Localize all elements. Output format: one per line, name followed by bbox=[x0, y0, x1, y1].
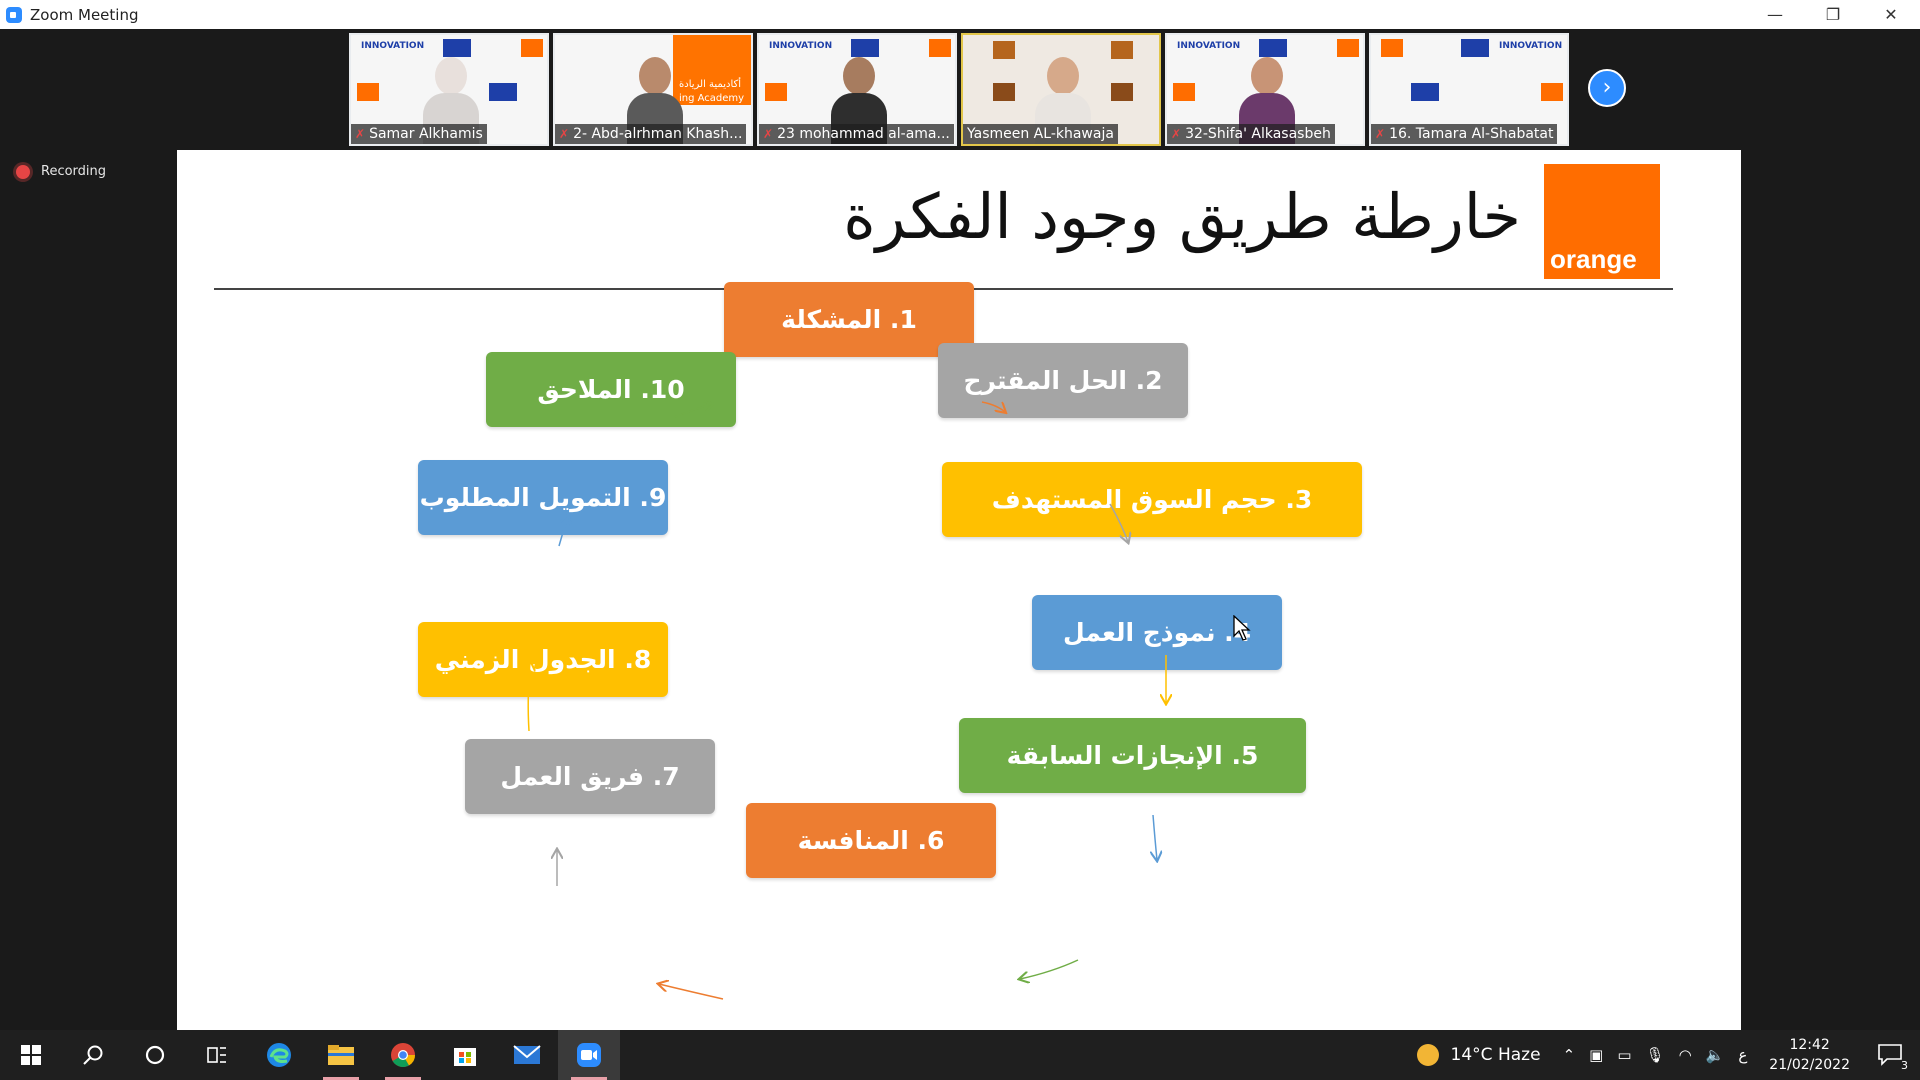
participant-tile[interactable]: INNOVATION ✗ 32-Shifa' Alkasasbeh bbox=[1165, 33, 1365, 146]
task-view-icon[interactable] bbox=[186, 1030, 248, 1080]
participant-tile[interactable]: INNOVATION ✗ 16. Tamara Al-Shabatat bbox=[1369, 33, 1569, 146]
participant-tile[interactable]: أكاديمية الريادة ing Academy ✗ 2- Abd-alr… bbox=[553, 33, 753, 146]
flow-arrow bbox=[1153, 814, 1157, 860]
orange-logo-icon bbox=[1381, 39, 1403, 57]
eu-flag-icon bbox=[1461, 39, 1489, 57]
flow-arrow bbox=[1109, 503, 1128, 542]
window-titlebar: Zoom Meeting — ❐ ✕ bbox=[0, 0, 1920, 29]
orange-logo-icon bbox=[521, 39, 543, 57]
window-title: Zoom Meeting bbox=[30, 5, 139, 24]
orange-logo-icon bbox=[1541, 83, 1563, 101]
innovation-logo: INNOVATION bbox=[769, 41, 833, 51]
participant-name: ✗ 16. Tamara Al-Shabatat bbox=[1371, 124, 1558, 144]
mail-icon[interactable] bbox=[496, 1030, 558, 1080]
flow-arrow bbox=[528, 662, 530, 732]
eu-flag-icon bbox=[1259, 39, 1287, 57]
flow-arrow bbox=[558, 516, 568, 547]
language-indicator[interactable]: ع bbox=[1738, 1046, 1747, 1064]
chrome-icon[interactable] bbox=[372, 1030, 434, 1080]
edge-icon[interactable] bbox=[248, 1030, 310, 1080]
wall-frame-icon bbox=[993, 41, 1015, 59]
flow-arrow bbox=[659, 984, 724, 1000]
participant-tile-active-speaker[interactable]: Yasmeen AL-khawaja bbox=[961, 33, 1161, 146]
clock[interactable]: 12:42 21/02/2022 bbox=[1769, 1035, 1850, 1075]
flow-arrow bbox=[981, 401, 1005, 412]
mic-muted-icon: ✗ bbox=[1375, 127, 1386, 141]
participant-tile[interactable]: INNOVATION ✗ Samar Alkhamis bbox=[349, 33, 549, 146]
orange-logo-icon bbox=[1173, 83, 1195, 101]
mic-muted-icon: ✗ bbox=[763, 127, 774, 141]
zoom-app-icon bbox=[6, 6, 22, 23]
orange-logo-icon bbox=[357, 83, 379, 101]
notification-icon bbox=[1878, 1044, 1902, 1066]
zoom-icon[interactable] bbox=[558, 1030, 620, 1080]
volume-icon[interactable]: 🔈 bbox=[1706, 1046, 1725, 1064]
innovation-logo: INNOVATION bbox=[1499, 41, 1563, 51]
orange-logo-icon bbox=[765, 83, 787, 101]
next-participants-button[interactable]: › bbox=[1588, 69, 1626, 107]
flow-arrows bbox=[177, 150, 1741, 1000]
participant-name: ✗ 2- Abd-alrhman Khash... bbox=[555, 124, 747, 144]
recording-dot-icon bbox=[16, 164, 30, 179]
shared-slide: خارطة طريق وجود الفكرة orange 1. المشكلة… bbox=[177, 150, 1741, 1030]
wifi-icon[interactable]: ◠ bbox=[1679, 1046, 1692, 1064]
eu-flag-icon bbox=[1411, 83, 1439, 101]
system-tray: 14°C Haze ⌃ ▣ ▭ 🎙 ◠ 🔈 ع 12:42 21/02/2022… bbox=[1416, 1030, 1920, 1080]
meeting-area: INNOVATION ✗ Samar Alkhamis أكاديمية الري… bbox=[0, 29, 1920, 1030]
recording-indicator[interactable]: Recording bbox=[16, 164, 106, 179]
clock-time: 12:42 bbox=[1789, 1037, 1830, 1053]
eu-flag-icon bbox=[851, 39, 879, 57]
store-icon[interactable] bbox=[434, 1030, 496, 1080]
clock-date: 21/02/2022 bbox=[1769, 1057, 1850, 1073]
flow-arrow bbox=[1020, 959, 1079, 979]
mic-muted-icon: ✗ bbox=[1171, 127, 1182, 141]
meet-now-icon[interactable]: ▣ bbox=[1589, 1046, 1603, 1064]
orange-logo-icon bbox=[1337, 39, 1359, 57]
weather-haze-icon bbox=[1416, 1044, 1439, 1066]
chevron-up-icon[interactable]: ⌃ bbox=[1563, 1046, 1576, 1064]
innovation-logo: INNOVATION bbox=[1177, 41, 1241, 51]
participant-name: ✗ 23 mohammad al-ama... bbox=[759, 124, 954, 144]
participant-strip: INNOVATION ✗ Samar Alkhamis أكاديمية الري… bbox=[349, 33, 1569, 146]
close-button[interactable]: ✕ bbox=[1862, 0, 1920, 29]
wall-frame-icon bbox=[1111, 83, 1133, 101]
participant-name: ✗ Samar Alkhamis bbox=[351, 124, 487, 144]
window-controls: — ❐ ✕ bbox=[1746, 0, 1920, 29]
orange-logo-icon bbox=[929, 39, 951, 57]
start-icon[interactable] bbox=[0, 1030, 62, 1080]
battery-icon[interactable]: ▭ bbox=[1617, 1046, 1631, 1064]
eu-flag-icon bbox=[443, 39, 471, 57]
microphone-icon[interactable]: 🎙 bbox=[1646, 1046, 1665, 1064]
notification-count: 3 bbox=[1901, 1059, 1908, 1072]
weather-widget[interactable]: 14°C Haze bbox=[1416, 1044, 1541, 1066]
wall-frame-icon bbox=[1111, 41, 1133, 59]
flow-arrow bbox=[674, 404, 712, 418]
restore-button[interactable]: ❐ bbox=[1804, 0, 1862, 29]
participant-name: Yasmeen AL-khawaja bbox=[963, 124, 1118, 144]
participant-tile[interactable]: INNOVATION ✗ 23 mohammad al-ama... bbox=[757, 33, 957, 146]
minimize-button[interactable]: — bbox=[1746, 0, 1804, 29]
mouse-cursor-icon bbox=[1233, 615, 1251, 641]
windows-taskbar: 14°C Haze ⌃ ▣ ▭ 🎙 ◠ 🔈 ع 12:42 21/02/2022… bbox=[0, 1030, 1920, 1080]
wall-frame-icon bbox=[993, 83, 1015, 101]
weather-condition: Haze bbox=[1497, 1045, 1541, 1065]
mic-muted-icon: ✗ bbox=[559, 127, 570, 141]
file-explorer-icon[interactable] bbox=[310, 1030, 372, 1080]
eu-flag-icon bbox=[489, 83, 517, 101]
participant-name: ✗ 32-Shifa' Alkasasbeh bbox=[1167, 124, 1335, 144]
notifications-button[interactable]: 3 bbox=[1870, 1030, 1910, 1080]
search-icon[interactable] bbox=[62, 1030, 124, 1080]
innovation-logo: INNOVATION bbox=[361, 41, 425, 51]
recording-label: Recording bbox=[41, 164, 107, 179]
mic-muted-icon: ✗ bbox=[355, 127, 366, 141]
weather-temp: 14°C bbox=[1450, 1045, 1493, 1065]
cortana-icon[interactable] bbox=[124, 1030, 186, 1080]
tray-icons: ⌃ ▣ ▭ 🎙 ◠ 🔈 ع bbox=[1563, 1046, 1748, 1064]
